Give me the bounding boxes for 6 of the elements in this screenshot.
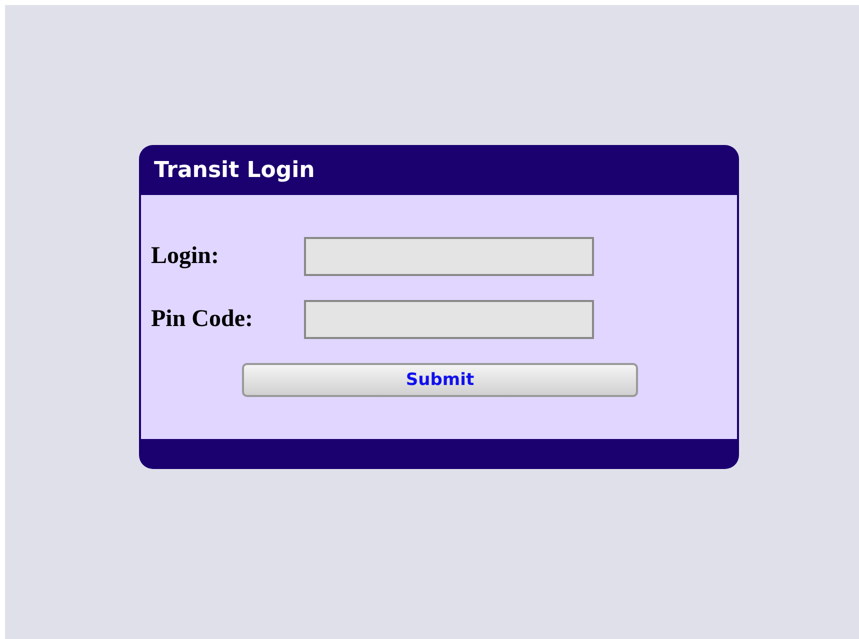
field-label: Login: xyxy=(151,243,220,270)
submit-button[interactable]: Submit xyxy=(242,363,638,397)
panel-title: Transit Login xyxy=(153,156,316,184)
input-field[interactable] xyxy=(304,237,594,276)
field-label: Pin Code: xyxy=(151,306,254,333)
input-field[interactable] xyxy=(304,300,594,339)
